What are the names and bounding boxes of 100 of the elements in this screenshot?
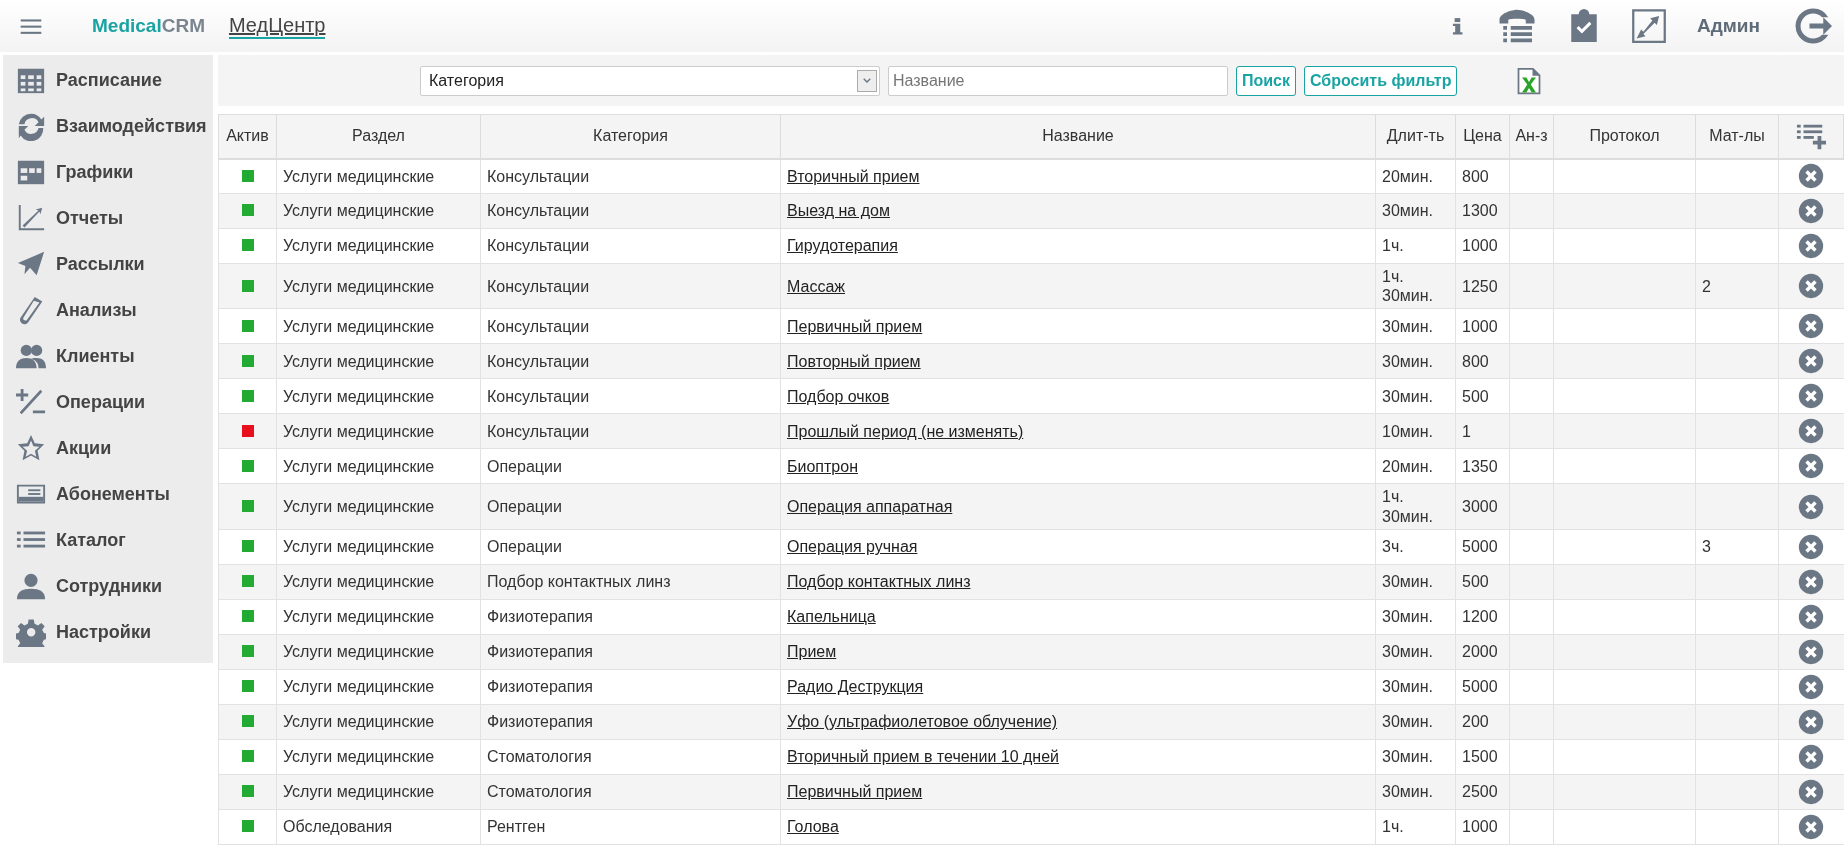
delete-button[interactable] [1798,198,1825,224]
table-cell: Услуги медицинские [276,158,481,194]
category-select[interactable]: Категория [420,65,880,96]
delete-button[interactable] [1798,673,1825,700]
service-link[interactable]: Прошлый период (не изменять) [787,422,1024,440]
service-link[interactable]: Первичный прием [787,783,923,801]
column-header: Название [780,114,1376,159]
delete-button[interactable] [1798,778,1825,805]
close-icon [1798,198,1825,224]
close-icon [1798,163,1825,190]
table-cell: Услуги медицинские [276,193,481,229]
sidebar-item[interactable]: Операции [3,379,213,425]
sync-icon [16,111,46,141]
sidebar-item[interactable]: Сотрудники [3,563,213,609]
gear-icon [16,617,46,647]
delete-button[interactable] [1798,313,1825,340]
table-cell: Услуги медицинские [276,669,481,705]
column-header: Протокол [1553,114,1696,159]
table-cell: Услуги медицинские [276,739,481,775]
table-cell: Консультации [480,263,781,309]
table-cell: Услуги медицинские [276,343,481,379]
service-link[interactable]: Голова [787,818,839,836]
sidebar-item[interactable]: Анализы [3,287,213,333]
service-link[interactable]: Вторичный прием [787,167,920,185]
table-cell: 30мин. [1375,669,1456,705]
table-cell: Консультации [480,343,781,379]
delete-button[interactable] [1798,638,1825,665]
table-cell: Услуги медицинские [276,308,481,344]
name-field[interactable]: Название [888,65,1228,96]
table-cell: 1300 [1455,193,1510,229]
sidebar-item[interactable]: Расписание [3,57,213,103]
table-cell: 200 [1455,704,1510,740]
service-link[interactable]: Повторный прием [787,352,921,370]
table-cell: 30мин. [1375,193,1456,229]
service-link[interactable]: Гирудотерапия [787,237,898,255]
close-icon [1798,493,1825,520]
sidebar-item[interactable]: Взаимодействия [3,103,213,149]
delete-button[interactable] [1798,813,1825,840]
column-header: Длит-ть [1375,114,1456,159]
table-cell: 5000 [1455,529,1510,565]
column-header: Ан-з [1509,114,1554,159]
service-link[interactable]: Операция аппаратная [787,497,953,515]
table-cell: Физиотерапия [480,599,781,635]
user-name[interactable]: Админ [1697,11,1760,41]
close-icon [1798,273,1825,300]
fullscreen-icon[interactable] [1631,8,1667,44]
delete-button[interactable] [1798,603,1825,630]
table-cell: Консультации [480,308,781,344]
clinic-link[interactable]: МедЦентр [229,13,326,39]
sidebar-item[interactable]: Настройки [3,609,213,655]
close-icon [1798,673,1825,700]
sidebar-item[interactable]: Клиенты [3,333,213,379]
plusminus-icon [16,387,46,417]
table-cell: Услуги медицинские [276,599,481,635]
sidebar-item[interactable]: Абонементы [3,471,213,517]
service-link[interactable]: Первичный прием [787,317,923,335]
sidebar-item[interactable]: Графики [3,149,213,195]
service-link[interactable]: Массаж [787,277,845,295]
table-cell: 1000 [1455,809,1510,845]
brand-logo: MedicalCRM [92,13,205,38]
delete-button[interactable] [1798,568,1825,595]
table-cell: Операции [480,529,781,565]
table-cell: 1ч. 30мин. [1375,263,1456,309]
column-header: Актив [218,114,277,159]
service-link[interactable]: Капельница [787,608,876,626]
table-cell: 30мин. [1375,343,1456,379]
delete-button[interactable] [1798,348,1825,375]
sidebar-item[interactable]: Рассылки [3,241,213,287]
table-cell: Услуги медицинские [276,564,481,600]
table-cell: Консультации [480,228,781,264]
delete-button[interactable] [1798,418,1825,445]
delete-button[interactable] [1798,163,1825,190]
service-link[interactable]: Вторичный прием в течении 10 дней [787,748,1060,766]
close-icon [1798,533,1825,560]
service-link[interactable]: Радио Деструкция [787,678,924,696]
delete-button[interactable] [1798,708,1825,735]
table-cell: 1ч. 30мин. [1375,483,1456,530]
sidebar-item[interactable]: Отчеты [3,195,213,241]
delete-button[interactable] [1798,453,1825,480]
delete-button[interactable] [1798,233,1825,259]
table-cell: Услуги медицинские [276,378,481,414]
service-link[interactable]: Операция ручная [787,538,918,556]
table-cell: Операции [480,483,781,530]
close-icon [1798,638,1825,665]
service-link[interactable]: Биоптрон [787,457,858,475]
table-cell: 1000 [1455,308,1510,344]
sidebar-item[interactable]: Каталог [3,517,213,563]
delete-button[interactable] [1798,493,1825,520]
table-cell: Консультации [480,193,781,229]
service-link[interactable]: Прием [787,643,837,661]
table-cell: Обследования [276,809,481,845]
table-cell: 30мин. [1375,564,1456,600]
service-link[interactable]: Подбор контактных линз [787,573,971,591]
delete-button[interactable] [1798,273,1825,300]
delete-button[interactable] [1798,743,1825,770]
service-link[interactable]: Выезд на дом [787,202,890,220]
service-link[interactable]: Подбор очков [787,387,890,405]
sidebar-item[interactable]: Акции [3,425,213,471]
delete-button[interactable] [1798,383,1825,410]
delete-button[interactable] [1798,533,1825,560]
